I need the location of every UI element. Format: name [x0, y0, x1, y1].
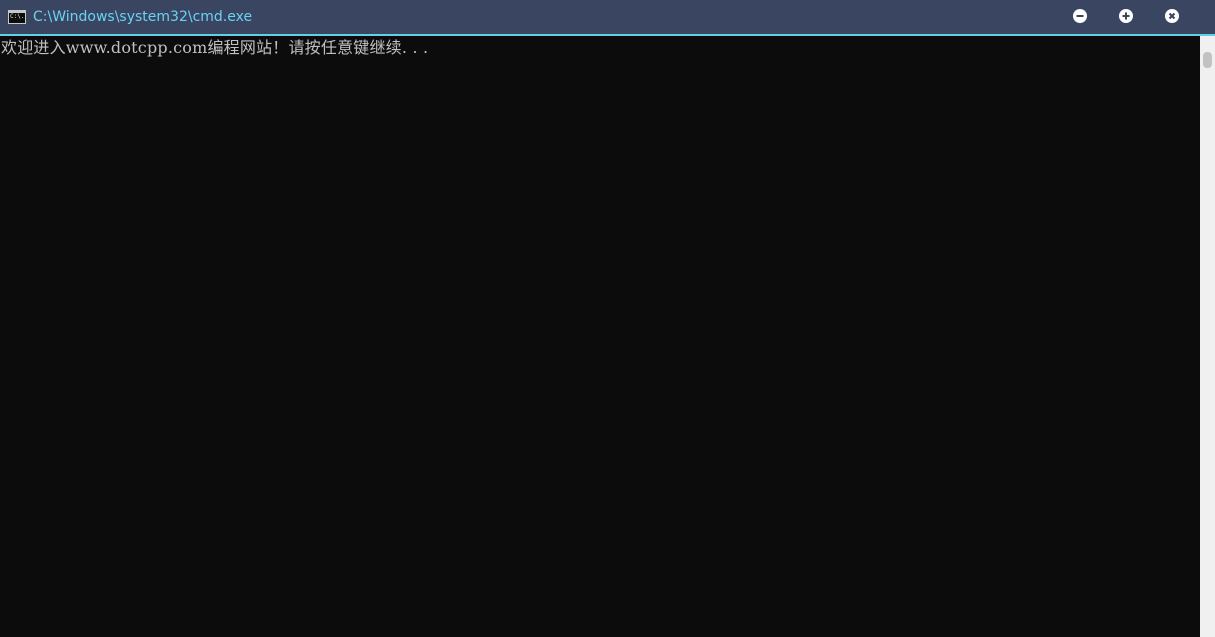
plus-circle-icon [1122, 12, 1130, 20]
vertical-scrollbar[interactable] [1200, 36, 1215, 637]
title-bar[interactable]: C:\. C:\Windows\system32\cmd.exe [0, 0, 1215, 36]
x-circle-icon [1168, 12, 1176, 20]
window-title: C:\Windows\system32\cmd.exe [33, 9, 253, 25]
console-output-area[interactable]: 欢迎进入www.dotcpp.com编程网站！请按任意键继续. . . [0, 36, 1200, 637]
minus-circle-icon [1076, 15, 1084, 17]
console-line: 欢迎进入www.dotcpp.com编程网站！请按任意键继续. . . [1, 38, 429, 57]
icon-label: C:\. [10, 13, 25, 20]
minimize-button[interactable] [1073, 9, 1087, 23]
close-button[interactable] [1165, 9, 1179, 23]
cmd-window: C:\. C:\Windows\system32\cmd.exe 欢迎进入www… [0, 0, 1215, 637]
maximize-button[interactable] [1119, 9, 1133, 23]
scrollbar-thumb[interactable] [1203, 52, 1212, 68]
cmd-console-icon[interactable]: C:\. [8, 10, 26, 24]
